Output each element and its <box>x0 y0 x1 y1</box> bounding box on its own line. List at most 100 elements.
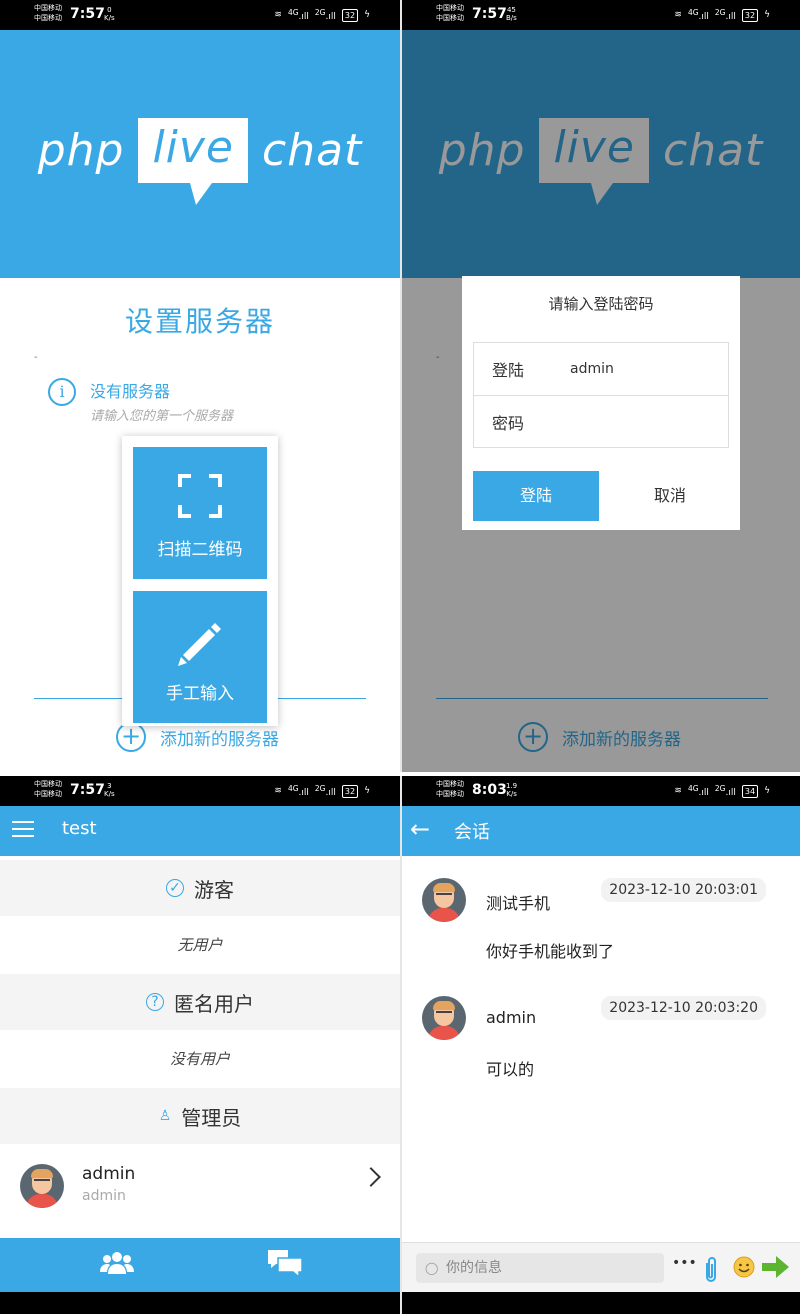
login-button[interactable]: 登陆 <box>473 471 599 521</box>
bottom-nav <box>0 1238 400 1292</box>
message-composer: ◯ 你的信息 ••• <box>402 1242 800 1292</box>
battery-icon: 32 <box>741 8 759 22</box>
signal-icon-2: 2G.ıll <box>714 784 736 798</box>
back-arrow-icon[interactable]: ← <box>410 815 430 843</box>
dialog-title: 请输入登陆密码 <box>548 295 654 313</box>
battery-icon: 32 <box>341 8 359 22</box>
plus-circle-icon: + <box>116 722 146 752</box>
status-bar: 中国移动 中国移动 7:57 3 K/s ≋ 4G.ıll 2G.ıll 32 ϟ <box>0 776 400 806</box>
message-time: 2023-12-10 20:03:01 <box>601 878 766 902</box>
network-speed: 3 K/s <box>104 782 115 798</box>
app-title: test <box>62 818 97 839</box>
user-icon: ♙ <box>158 1108 172 1124</box>
wifi-icon: ≋ <box>674 10 682 20</box>
signal-icon-2: 2G.ıll <box>714 8 736 22</box>
add-server-button[interactable]: + 添加新的服务器 <box>116 722 279 752</box>
signal-icon-2: 2G.ıll <box>314 784 336 798</box>
user-subtitle: admin <box>82 1188 126 1204</box>
qr-scan-icon <box>133 473 267 519</box>
message-sender: 测试手机 <box>486 894 551 913</box>
hamburger-menu-icon[interactable] <box>12 821 34 839</box>
battery-icon: 34 <box>741 784 759 798</box>
signal-icon: 4G.ıll <box>687 784 709 798</box>
status-bar: 中国移动 中国移动 7:57 0 K/s ≋ 4G.ıll 2G.ıll 32 ϟ <box>0 0 400 30</box>
user-name: admin <box>82 1164 136 1184</box>
message-text: 可以的 <box>486 1060 535 1079</box>
status-icons: ≋ 4G.ıll 2G.ıll 32 ϟ <box>674 8 770 22</box>
section-admins: ♙ 管理员 <box>0 1088 400 1144</box>
wifi-icon: ≋ <box>274 10 282 20</box>
chevron-right-icon <box>361 1167 381 1187</box>
network-speed: 1.9 K/s <box>506 782 518 798</box>
password-field[interactable]: 密码 <box>474 395 728 447</box>
section-anonymous: ? 匿名用户 <box>0 974 400 1030</box>
battery-icon: 32 <box>341 784 359 798</box>
message-time: 2023-12-10 20:03:20 <box>601 996 766 1020</box>
page-title: 设置服务器 <box>124 305 275 338</box>
status-time: 8:03 <box>472 782 507 798</box>
signal-icon: 4G.ıll <box>687 8 709 22</box>
avatar <box>422 996 466 1040</box>
empty-anonymous: 没有用户 <box>169 1050 230 1068</box>
question-circle-icon: ? <box>146 993 164 1011</box>
username-value: admin <box>570 361 614 377</box>
carrier-text: 中国移动 中国移动 <box>436 4 464 22</box>
setup-server-screen: 中国移动 中国移动 7:57 0 K/s ≋ 4G.ıll 2G.ıll 32 ϟ … <box>0 0 400 772</box>
message-input[interactable]: ◯ 你的信息 <box>416 1253 664 1283</box>
status-time: 7:57 <box>70 782 105 798</box>
logo-header: php live chat <box>0 30 400 278</box>
message-placeholder: 你的信息 <box>446 1260 502 1276</box>
add-method-popup: 扫描二维码 手工输入 <box>122 436 278 726</box>
username-label: 登陆 <box>492 361 525 380</box>
users-tab-icon[interactable] <box>100 1250 134 1280</box>
section-title: 游客 <box>194 877 234 902</box>
network-speed: 0 K/s <box>104 6 115 22</box>
app-title: 会话 <box>454 822 490 843</box>
app-bar: test <box>0 806 400 856</box>
section-visitors: ✓ 游客 <box>0 860 400 916</box>
more-icon[interactable]: ••• <box>672 1255 697 1271</box>
signal-icon-2: 2G.ıll <box>314 8 336 22</box>
status-icons: ≋ 4G.ıll 2G.ıll 32 ϟ <box>274 784 370 798</box>
password-label: 密码 <box>492 413 525 433</box>
no-server-text: 没有服务器 <box>90 382 171 401</box>
login-fields: 登陆 admin 密码 <box>473 342 729 448</box>
cancel-button[interactable]: 取消 <box>612 471 728 521</box>
login-dialog: 请输入登陆密码 登陆 admin 密码 登陆 取消 <box>462 276 740 530</box>
hint-text: 请输入您的第一个服务器 <box>90 409 234 424</box>
chats-tab-icon[interactable] <box>268 1250 303 1284</box>
info-icon: i <box>48 378 76 406</box>
section-title: 管理员 <box>181 1105 242 1130</box>
status-bar: 中国移动 中国移动 8:03 1.9 K/s ≋ 4G.ıll 2G.ıll 34 … <box>402 776 800 806</box>
charging-icon: ϟ <box>364 786 370 796</box>
app-bar: ← 会话 <box>402 806 800 856</box>
scan-qr-label: 扫描二维码 <box>157 540 243 560</box>
empty-visitors: 无用户 <box>177 936 223 954</box>
status-time: 7:57 <box>70 6 105 22</box>
signal-icon: 4G.ıll <box>287 8 309 22</box>
message-sender: admin <box>486 1008 537 1027</box>
username-field[interactable]: 登陆 admin <box>474 343 728 395</box>
no-server-notice: i 没有服务器 请输入您的第一个服务器 <box>48 378 233 424</box>
status-time: 7:57 <box>472 6 507 22</box>
check-circle-icon: ✓ <box>166 879 184 897</box>
chat-bubble-icon: ◯ <box>425 1261 439 1275</box>
attachment-icon[interactable] <box>704 1255 718 1288</box>
charging-icon: ϟ <box>764 10 770 20</box>
php-live-chat-logo: php live chat <box>0 118 400 205</box>
status-bar: 中国移动 中国移动 7:57 45 B/s ≋ 4G.ıll 2G.ıll 32 ϟ <box>402 0 800 30</box>
dash-mark: - <box>34 352 38 363</box>
scan-qr-button[interactable]: 扫描二维码 <box>133 447 267 579</box>
status-icons: ≋ 4G.ıll 2G.ıll 34 ϟ <box>674 784 770 798</box>
nav-bar-strip <box>0 1292 400 1314</box>
wifi-icon: ≋ <box>674 786 682 796</box>
carrier-text: 中国移动 中国移动 <box>436 780 464 798</box>
emoji-icon[interactable] <box>732 1255 756 1284</box>
manual-input-button[interactable]: 手工输入 <box>133 591 267 723</box>
carrier-text: 中国移动 中国移动 <box>34 4 62 22</box>
signal-icon: 4G.ıll <box>287 784 309 798</box>
carrier-text: 中国移动 中国移动 <box>34 780 62 798</box>
avatar <box>20 1164 64 1208</box>
send-arrow-icon[interactable] <box>762 1255 790 1284</box>
add-server-label: 添加新的服务器 <box>160 729 279 750</box>
